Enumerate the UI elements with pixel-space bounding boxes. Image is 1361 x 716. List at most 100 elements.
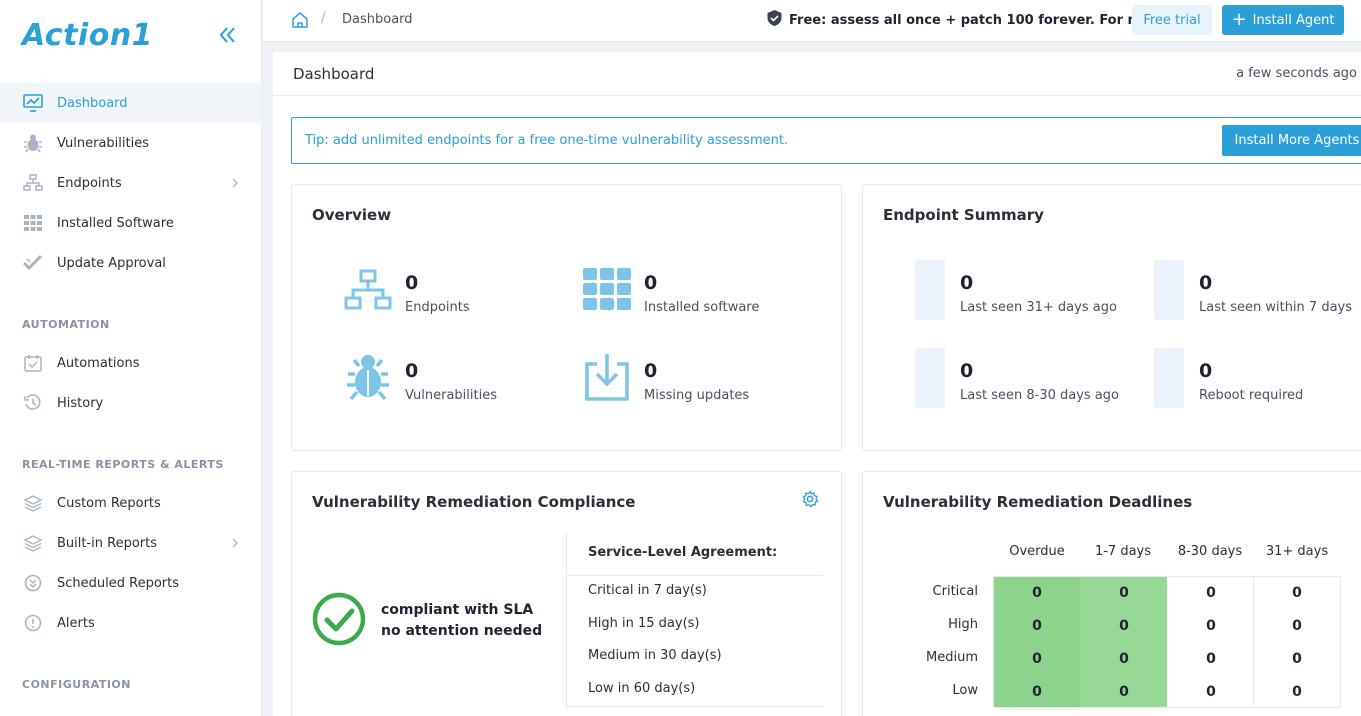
grid-cell[interactable]: 0 [1254, 618, 1340, 634]
chevron-right-icon [230, 177, 240, 189]
plus-icon: + [1231, 9, 1247, 30]
sidebar-item-endpoints[interactable]: Endpoints [0, 163, 262, 203]
sidebar-item-alerts[interactable]: Alerts [0, 603, 262, 643]
sla-panel: Service-Level Agreement: Critical in 7 d… [566, 532, 823, 710]
stat-label: Last seen 31+ days ago [960, 300, 1117, 315]
promo-text: Free: assess all once + patch 100 foreve… [789, 12, 1171, 28]
grid-cell[interactable]: 0 [994, 585, 1080, 601]
card-title: Vulnerability Remediation Deadlines [883, 493, 1193, 511]
alert-circle-icon [22, 612, 44, 634]
grid-cell[interactable]: 0 [994, 684, 1080, 700]
sidebar-item-label: Custom Reports [57, 495, 161, 511]
grid-cell[interactable]: 0 [1081, 585, 1167, 601]
bug-icon [344, 352, 392, 406]
sidebar-item-history[interactable]: History [0, 383, 262, 423]
section-label-automation: AUTOMATION [22, 318, 110, 331]
compliance-status-line1: compliant with SLA [381, 602, 534, 618]
breadcrumb-current: Dashboard [342, 12, 413, 27]
grid-cell[interactable]: 0 [1081, 651, 1167, 667]
grid-cell[interactable]: 0 [1081, 684, 1167, 700]
top-bar: / Dashboard Free: assess all once + patc… [263, 0, 1361, 42]
status-bar-reboot [1154, 348, 1184, 408]
breadcrumb-separator: / [321, 10, 326, 26]
divider [567, 575, 823, 576]
shield-check-icon [766, 9, 783, 31]
grid-cell[interactable]: 0 [1168, 618, 1254, 634]
sidebar-item-update-approval[interactable]: Update Approval [0, 243, 262, 283]
compliance-status: compliant with SLA no attention needed [381, 600, 542, 642]
free-trial-button[interactable]: Free trial [1132, 5, 1212, 35]
stat-label: Vulnerabilities [405, 388, 497, 403]
stat-label: Last seen 8-30 days ago [960, 388, 1119, 403]
grid-cell[interactable]: 0 [1168, 585, 1254, 601]
column-header-31-plus-days: 31+ days [1265, 544, 1329, 559]
double-check-icon [22, 252, 44, 274]
row-header-critical: Critical [932, 584, 978, 599]
tip-text: Tip: add unlimited endpoints for a free … [305, 133, 789, 148]
main-panel: Dashboard a few seconds ago Tip: add unl… [273, 52, 1361, 716]
section-label-reports: REAL-TIME REPORTS & ALERTS [22, 458, 224, 471]
clock-icon [22, 572, 44, 594]
grid-cell[interactable]: 0 [1254, 684, 1340, 700]
monitor-chart-icon [22, 92, 44, 114]
sidebar-item-custom-reports[interactable]: Custom Reports [0, 483, 262, 523]
sidebar-item-dashboard[interactable]: Dashboard [0, 83, 262, 123]
gear-icon[interactable] [801, 490, 819, 508]
grid-cell[interactable]: 0 [1254, 585, 1340, 601]
grid-cell[interactable]: 0 [1254, 651, 1340, 667]
logo[interactable]: Action1 [22, 18, 153, 53]
card-title: Endpoint Summary [883, 206, 1044, 224]
stat-value: 0 [644, 272, 658, 294]
chevron-right-icon [230, 537, 240, 549]
stat-label: Reboot required [1199, 388, 1304, 403]
sidebar-item-label: Endpoints [57, 175, 122, 191]
last-updated: a few seconds ago [1236, 66, 1357, 81]
row-header-high: High [948, 617, 978, 632]
page-title: Dashboard [293, 65, 375, 83]
sidebar-item-installed-software[interactable]: Installed Software [0, 203, 262, 243]
sidebar-item-scheduled-reports[interactable]: Scheduled Reports [0, 563, 262, 603]
grid-cell[interactable]: 0 [994, 618, 1080, 634]
sidebar-item-built-in-reports[interactable]: Built-in Reports [0, 523, 262, 563]
status-bar-31-plus [915, 260, 945, 320]
grid-cell[interactable]: 0 [1081, 618, 1167, 634]
calendar-check-icon [22, 352, 44, 374]
endpoint-summary-card: Endpoint Summary 0 Last seen 31+ days ag… [862, 184, 1361, 451]
layers-icon [22, 532, 44, 554]
sidebar-item-label: Automations [57, 355, 140, 371]
sla-heading: Service-Level Agreement: [588, 545, 778, 560]
install-more-agents-button[interactable]: Install More Agents [1222, 125, 1361, 156]
grid-cell[interactable]: 0 [1168, 684, 1254, 700]
download-tray-icon [583, 352, 631, 406]
card-title: Vulnerability Remediation Compliance [312, 493, 636, 511]
network-icon [344, 269, 392, 315]
sla-row-critical: Critical in 7 day(s) [588, 583, 707, 598]
install-agent-button[interactable]: + Install Agent [1222, 5, 1344, 35]
row-header-medium: Medium [926, 650, 978, 665]
grid-cell[interactable]: 0 [994, 651, 1080, 667]
status-bar-within-7 [1154, 260, 1184, 320]
page-header: Dashboard a few seconds ago [273, 52, 1361, 96]
sidebar-item-label: Alerts [57, 615, 95, 631]
grid-icon [22, 212, 44, 234]
sla-row-low: Low in 60 day(s) [588, 681, 696, 696]
layers-icon [22, 492, 44, 514]
stat-value: 0 [960, 272, 974, 294]
stat-value: 0 [960, 360, 974, 382]
stat-label: Installed software [644, 300, 760, 315]
collapse-sidebar-icon[interactable] [214, 22, 240, 48]
status-bar-8-30 [915, 348, 945, 408]
tip-banner: Tip: add unlimited endpoints for a free … [291, 117, 1361, 164]
network-icon [22, 172, 44, 194]
sidebar-item-vulnerabilities[interactable]: Vulnerabilities [0, 123, 262, 163]
deadlines-card: Vulnerability Remediation Deadlines Over… [862, 471, 1361, 716]
section-label-configuration: CONFIGURATION [22, 678, 131, 691]
home-icon[interactable] [291, 11, 309, 29]
sla-row-high: High in 15 day(s) [588, 616, 700, 631]
grid-cell[interactable]: 0 [1168, 651, 1254, 667]
sidebar-item-label: Dashboard [57, 95, 128, 111]
stat-value: 0 [644, 360, 658, 382]
check-circle-icon [312, 592, 366, 646]
sidebar-item-automations[interactable]: Automations [0, 343, 262, 383]
stat-label: Last seen within 7 days [1199, 300, 1353, 315]
